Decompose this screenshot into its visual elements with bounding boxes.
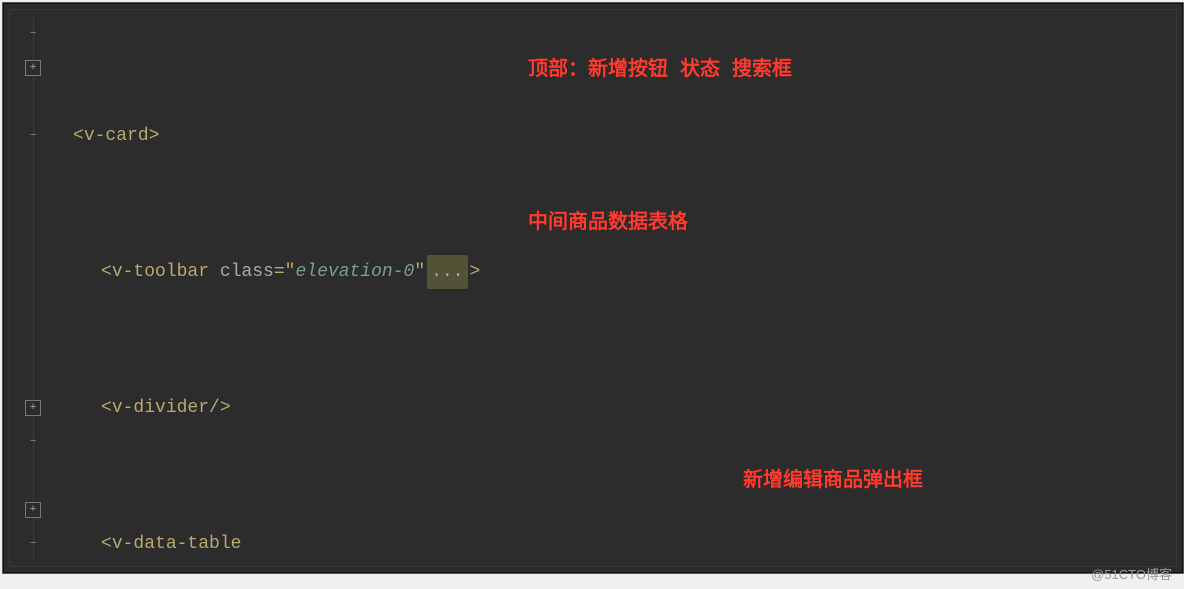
- annotation-bottom: 新增编辑商品弹出框: [743, 463, 923, 493]
- fold-collapse-icon[interactable]: −: [13, 527, 53, 561]
- code-line[interactable]: <v-card>: [63, 119, 1169, 153]
- code-line[interactable]: <v-divider/>: [63, 391, 1169, 425]
- annotation-middle: 中间商品数据表格: [528, 205, 688, 235]
- code-line[interactable]: <v-data-table: [63, 527, 1169, 561]
- fold-collapse-icon[interactable]: −: [13, 425, 53, 459]
- watermark: @51CTO博客: [1091, 564, 1172, 583]
- annotation-top: 顶部：新增按钮 状态 搜索框: [528, 52, 792, 82]
- fold-expand-icon[interactable]: +: [13, 51, 53, 85]
- fold-gutter: − + − + − + −: [13, 17, 53, 559]
- editor-frame: − + − + − + − <v-card> <v-toolbar class=…: [2, 2, 1184, 574]
- code-line[interactable]: <v-toolbar class="elevation-0"...>: [63, 255, 1169, 289]
- code-editor[interactable]: <v-card> <v-toolbar class="elevation-0".…: [63, 17, 1169, 559]
- fold-collapse-icon[interactable]: −: [13, 17, 53, 51]
- fold-collapse-icon[interactable]: −: [13, 119, 53, 153]
- folded-region[interactable]: ...: [427, 255, 467, 289]
- fold-expand-icon[interactable]: +: [13, 493, 53, 527]
- fold-expand-icon[interactable]: +: [13, 391, 53, 425]
